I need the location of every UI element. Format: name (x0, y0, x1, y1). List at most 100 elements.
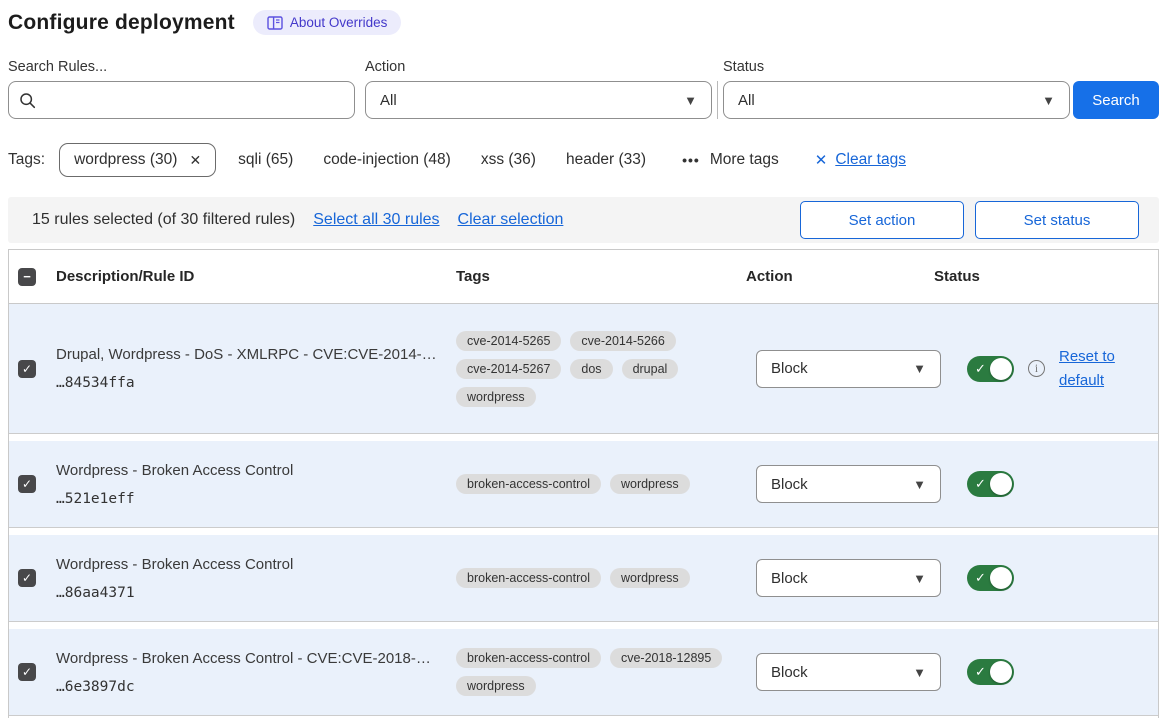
filter-divider (717, 81, 718, 119)
set-status-button[interactable]: Set status (975, 201, 1139, 239)
tag-filter-wordpress-selected[interactable]: wordpress (30) ✕ (59, 143, 216, 177)
table-row: ✓ Drupal, Wordpress - DoS - XMLRPC - CVE… (9, 304, 1158, 434)
status-filter-value: All (738, 92, 755, 109)
clear-selection-link[interactable]: Clear selection (458, 211, 564, 229)
ellipsis-icon: ••• (682, 152, 700, 168)
more-tags-label: More tags (710, 151, 779, 169)
page-title: Configure deployment (8, 11, 235, 35)
rule-tag-chip: wordpress (610, 474, 690, 494)
header-status: Status (934, 268, 1158, 285)
chevron-down-icon: ▼ (684, 93, 697, 108)
rule-description: Wordpress - Broken Access Control (56, 462, 456, 479)
rule-action-select[interactable]: Block ▼ (756, 465, 941, 503)
rule-tag-chip: broken-access-control (456, 568, 601, 588)
select-all-checkbox[interactable]: − (18, 268, 36, 286)
toggle-check-icon: ✓ (975, 664, 986, 680)
rule-tag-chip: cve-2014-5265 (456, 331, 561, 351)
action-filter-group: Action All ▼ (365, 59, 712, 119)
rule-description: Wordpress - Broken Access Control (56, 556, 456, 573)
rule-enabled-toggle[interactable]: ✓ (967, 356, 1014, 382)
rule-tag-chip: broken-access-control (456, 474, 601, 494)
action-filter-select[interactable]: All ▼ (365, 81, 712, 119)
rule-enabled-toggle[interactable]: ✓ (967, 659, 1014, 685)
chevron-down-icon: ▼ (913, 477, 926, 492)
status-filter-label: Status (723, 59, 1070, 75)
rule-tag-chip: dos (570, 359, 612, 379)
rule-tags: cve-2014-5265 cve-2014-5266 cve-2014-5267 d… (456, 331, 724, 407)
rule-description: Wordpress - Broken Access Control - CVE:… (56, 650, 456, 667)
search-rules-group: Search Rules... (8, 59, 355, 119)
clear-tags-button[interactable]: ✕ Clear tags (815, 151, 906, 169)
row-checkbox[interactable]: ✓ (18, 475, 36, 493)
rule-action-value: Block (771, 664, 808, 681)
rule-id: …84534ffa (56, 375, 456, 391)
about-overrides-label: About Overrides (290, 15, 388, 30)
rule-action-select[interactable]: Block ▼ (756, 559, 941, 597)
remove-tag-icon[interactable]: ✕ (189, 152, 201, 169)
clear-tags-x-icon: ✕ (815, 151, 828, 169)
search-rules-label: Search Rules... (8, 59, 355, 75)
status-filter-select[interactable]: All ▼ (723, 81, 1070, 119)
about-overrides-badge[interactable]: About Overrides (253, 10, 402, 35)
toggle-knob (990, 567, 1012, 589)
tag-filter-header[interactable]: header (33) (566, 151, 646, 169)
table-row: ✓ Wordpress - Broken Access Control - CV… (9, 629, 1158, 716)
tag-filter-code-injection[interactable]: code-injection (48) (323, 151, 451, 169)
rule-tag-chip: wordpress (456, 676, 536, 696)
rule-tag-chip: drupal (622, 359, 679, 379)
book-icon (267, 16, 283, 30)
rule-tags: broken-access-control wordpress (456, 568, 724, 588)
chevron-down-icon: ▼ (913, 665, 926, 680)
chevron-down-icon: ▼ (1042, 93, 1055, 108)
clear-tags-label: Clear tags (835, 151, 906, 169)
rule-description: Drupal, Wordpress - DoS - XMLRPC - CVE:C… (56, 346, 456, 363)
rule-tag-chip: cve-2014-5267 (456, 359, 561, 379)
header-action: Action (746, 268, 934, 285)
header-tags: Tags (456, 268, 746, 285)
tag-filter-xss[interactable]: xss (36) (481, 151, 536, 169)
status-filter-group: Status All ▼ (723, 59, 1070, 119)
row-checkbox[interactable]: ✓ (18, 569, 36, 587)
info-icon[interactable]: i (1028, 360, 1045, 377)
toggle-check-icon: ✓ (975, 476, 986, 492)
table-header-row: − Description/Rule ID Tags Action Status (9, 250, 1158, 304)
row-checkbox[interactable]: ✓ (18, 360, 36, 378)
search-icon (19, 92, 36, 109)
rule-enabled-toggle[interactable]: ✓ (967, 471, 1014, 497)
rule-tag-chip: wordpress (610, 568, 690, 588)
rule-tag-chip: wordpress (456, 387, 536, 407)
search-rules-box[interactable] (8, 81, 355, 119)
more-tags-button[interactable]: ••• More tags (682, 151, 779, 169)
rule-action-select[interactable]: Block ▼ (756, 653, 941, 691)
set-action-button[interactable]: Set action (800, 201, 964, 239)
action-filter-label: Action (365, 59, 712, 75)
rule-id: …86aa4371 (56, 585, 456, 601)
rule-tag-chip: cve-2014-5266 (570, 331, 675, 351)
table-row: ✓ Wordpress - Broken Access Control …86a… (9, 535, 1158, 622)
tag-filter-label: wordpress (30) (74, 151, 177, 169)
rule-action-value: Block (771, 570, 808, 587)
page-header: Configure deployment About Overrides (8, 10, 1159, 35)
header-description: Description/Rule ID (56, 268, 456, 285)
reset-to-default-link[interactable]: Reset to default (1059, 345, 1123, 393)
rule-action-value: Block (771, 476, 808, 493)
row-checkbox[interactable]: ✓ (18, 663, 36, 681)
select-all-rules-link[interactable]: Select all 30 rules (313, 211, 439, 229)
toggle-knob (990, 358, 1012, 380)
tag-filter-sqli[interactable]: sqli (65) (238, 151, 293, 169)
rule-enabled-toggle[interactable]: ✓ (967, 565, 1014, 591)
rule-id: …521e1eff (56, 491, 456, 507)
rule-action-select[interactable]: Block ▼ (756, 350, 941, 388)
toggle-check-icon: ✓ (975, 570, 986, 586)
toggle-knob (990, 473, 1012, 495)
toggle-knob (990, 661, 1012, 683)
selection-bar: 15 rules selected (of 30 filtered rules)… (8, 197, 1159, 243)
rule-id: …6e3897dc (56, 679, 456, 695)
rule-tag-chip: broken-access-control (456, 648, 601, 668)
selection-summary: 15 rules selected (of 30 filtered rules) (32, 211, 295, 229)
search-rules-input[interactable] (44, 92, 344, 109)
rule-tag-chip: cve-2018-12895 (610, 648, 722, 668)
rules-table: − Description/Rule ID Tags Action Status… (8, 249, 1159, 718)
chevron-down-icon: ▼ (913, 361, 926, 376)
search-button[interactable]: Search (1073, 81, 1159, 119)
